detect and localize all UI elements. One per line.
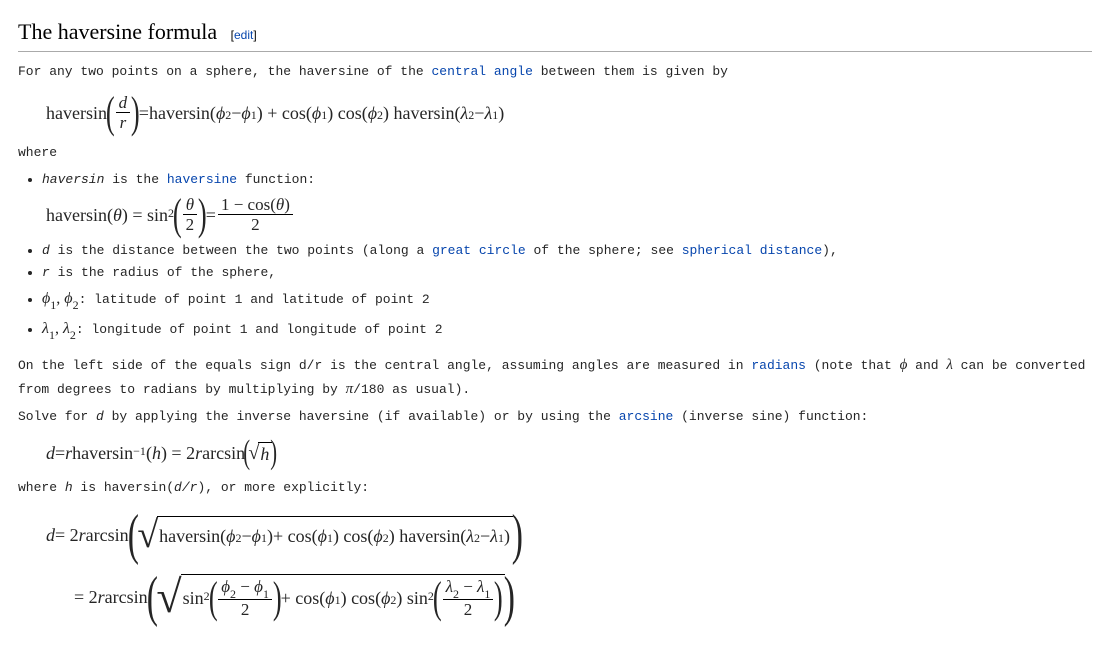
- formula-haversin-main: haversin ( d r ) = haversin(ϕ2 − ϕ1) + c…: [46, 93, 1092, 133]
- heading-text: The haversine formula: [18, 19, 217, 44]
- solve-paragraph: Solve for d by applying the inverse have…: [18, 407, 1092, 428]
- link-great-circle[interactable]: great circle: [432, 243, 526, 258]
- link-spherical-distance[interactable]: spherical distance: [682, 243, 822, 258]
- formula-explicit-2: = 2r arcsin ( √ sin2 ( ϕ2 − ϕ1 2 ) + cos…: [74, 571, 1092, 623]
- link-radians[interactable]: radians: [751, 358, 806, 373]
- link-central-angle[interactable]: central angle: [431, 64, 532, 79]
- formula-haversin-def: haversin(θ) = sin2 ( θ 2 ) = 1 − cos(θ) …: [46, 195, 1092, 235]
- def-haversin: haversin is the haversine function: have…: [42, 170, 1092, 235]
- def-lambda: λ1, λ2: longitude of point 1 and longitu…: [42, 316, 1092, 343]
- intro-paragraph: For any two points on a sphere, the have…: [18, 62, 1092, 83]
- def-phi: ϕ1, ϕ2: latitude of point 1 and latitude…: [42, 286, 1092, 313]
- link-arcsine[interactable]: arcsine: [619, 409, 674, 424]
- edit-link[interactable]: edit: [234, 28, 253, 42]
- edit-section: [edit]: [231, 28, 257, 42]
- note-paragraph: On the left side of the equals sign d/r …: [18, 353, 1092, 401]
- formula-solve-d: d = r haversin−1(h) = 2r arcsin ( √h ): [46, 438, 1092, 468]
- def-r: r is the radius of the sphere,: [42, 263, 1092, 284]
- formula-explicit-1: d = 2r arcsin ( √ haversin(ϕ2 − ϕ1) + co…: [46, 509, 1092, 561]
- link-haversine[interactable]: haversine: [167, 172, 237, 187]
- section-heading: The haversine formula [edit]: [18, 14, 1092, 52]
- where-h-paragraph: where h is haversin(d/r), or more explic…: [18, 478, 1092, 499]
- definition-list: haversin is the haversine function: have…: [18, 170, 1092, 343]
- def-d: d is the distance between the two points…: [42, 241, 1092, 262]
- where-label: where: [18, 143, 1092, 164]
